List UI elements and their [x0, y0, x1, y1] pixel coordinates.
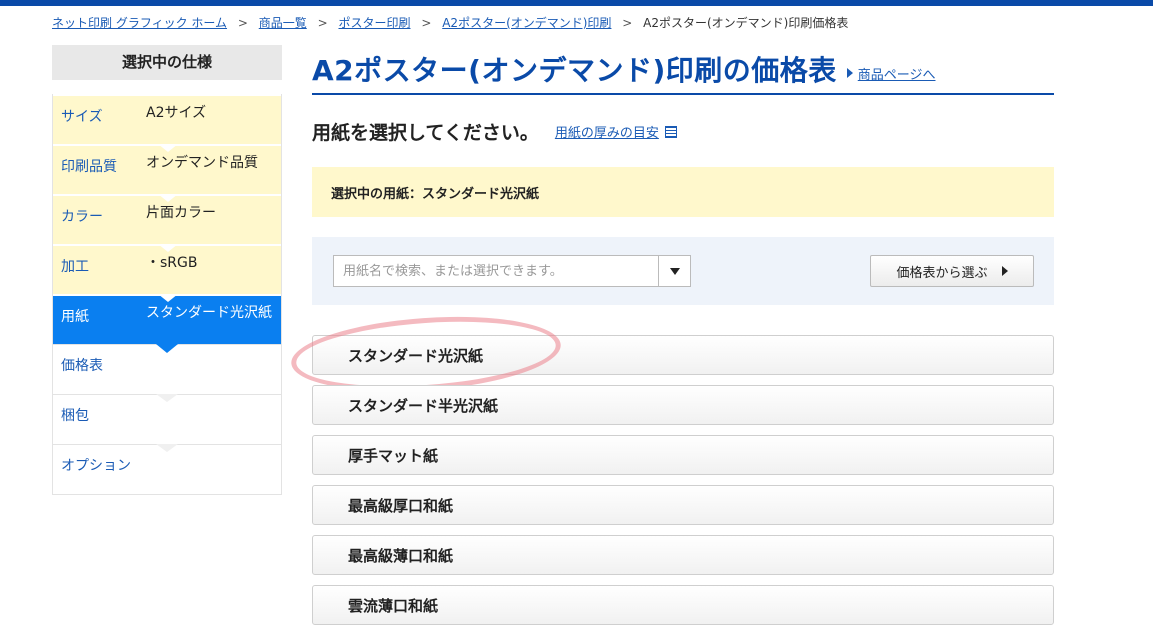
spec-value: ・sRGB — [146, 255, 198, 271]
breadcrumb-separator: > — [622, 16, 633, 30]
spec-item-paper[interactable]: 用紙 スタンダード光沢紙 — [53, 294, 281, 353]
main-content: A2ポスター(オンデマンド)印刷の価格表 商品ページへ 用紙を選択してください。… — [288, 45, 1054, 630]
paper-option-label: スタンダード光沢紙 — [348, 346, 484, 365]
spec-label: サイズ — [61, 109, 103, 125]
spec-sidebar: 選択中の仕様 サイズ A2サイズ 印刷品質 オンデマンド品質 カラー 片面カラー… — [52, 45, 282, 495]
spec-item-packing[interactable]: 梱包 — [53, 394, 281, 444]
spec-value: スタンダード光沢紙 — [146, 305, 272, 321]
sidebar-heading: 選択中の仕様 — [52, 45, 282, 80]
spec-value: オンデマンド品質 — [146, 155, 258, 171]
paper-search-combobox — [333, 255, 691, 287]
paper-option-label: 厚手マット紙 — [348, 446, 439, 465]
breadcrumb: ネット印刷 グラフィック ホーム > 商品一覧 > ポスター印刷 > A2ポスタ… — [52, 14, 848, 31]
spec-item-color[interactable]: カラー 片面カラー — [53, 194, 281, 244]
spec-label: 印刷品質 — [61, 159, 117, 175]
dropdown-button[interactable] — [658, 256, 690, 286]
title-row: A2ポスター(オンデマンド)印刷の価格表 商品ページへ — [312, 45, 1054, 95]
paper-option-premium-thick-washi[interactable]: 最高級厚口和紙 — [312, 485, 1054, 525]
notch-decoration — [158, 194, 178, 202]
paper-option-label: スタンダード半光沢紙 — [348, 396, 499, 415]
paper-thickness-link[interactable]: 用紙の厚みの目安 — [555, 122, 677, 141]
paper-option-standard-semigloss[interactable]: スタンダード半光沢紙 — [312, 385, 1054, 425]
top-bar — [0, 0, 1153, 6]
paper-option-unryu-thin-washi[interactable]: 雲流薄口和紙 — [312, 585, 1054, 625]
paper-option-label: 最高級薄口和紙 — [348, 546, 454, 565]
subtitle-row: 用紙を選択してください。 用紙の厚みの目安 — [312, 118, 1054, 145]
breadcrumb-link-home[interactable]: ネット印刷 グラフィック ホーム — [52, 16, 227, 30]
notch-decoration — [156, 394, 178, 402]
notch-decoration — [156, 444, 178, 452]
spec-item-processing[interactable]: 加工 ・sRGB — [53, 244, 281, 294]
breadcrumb-link-products[interactable]: 商品一覧 — [259, 16, 307, 30]
paper-search-panel: 価格表から選ぶ — [312, 237, 1054, 305]
choose-from-price-table-label: 価格表から選ぶ — [896, 265, 988, 281]
paper-option-thick-matte[interactable]: 厚手マット紙 — [312, 435, 1054, 475]
product-page-link-label: 商品ページへ — [857, 67, 936, 83]
choose-from-price-table-button[interactable]: 価格表から選ぶ — [870, 255, 1034, 287]
breadcrumb-separator: > — [237, 16, 248, 30]
selected-paper-banner: 選択中の用紙：スタンダード光沢紙 — [312, 167, 1054, 217]
spec-label: 用紙 — [61, 309, 89, 325]
active-arrow-decoration — [156, 344, 178, 353]
breadcrumb-link-a2-poster[interactable]: A2ポスター(オンデマンド)印刷 — [442, 16, 611, 30]
spec-value: 片面カラー — [146, 205, 216, 221]
spec-label: 価格表 — [61, 358, 103, 374]
spec-value — [146, 405, 273, 434]
paper-thickness-link-label: 用紙の厚みの目安 — [554, 126, 659, 141]
chevron-down-icon — [669, 267, 680, 275]
paper-option-label: 雲流薄口和紙 — [348, 596, 439, 615]
page-title: A2ポスター(オンデマンド)印刷の価格表 — [312, 54, 837, 87]
spec-item-size[interactable]: サイズ A2サイズ — [53, 94, 281, 144]
breadcrumb-separator: > — [317, 16, 328, 30]
product-page-link[interactable]: 商品ページへ — [846, 64, 936, 83]
paper-option-premium-thin-washi[interactable]: 最高級薄口和紙 — [312, 535, 1054, 575]
spec-label: 加工 — [61, 259, 89, 275]
notch-decoration — [158, 294, 178, 302]
breadcrumb-current: A2ポスター(オンデマンド)印刷価格表 — [643, 16, 849, 30]
breadcrumb-separator: > — [421, 16, 432, 30]
spec-item-print-quality[interactable]: 印刷品質 オンデマンド品質 — [53, 144, 281, 194]
spec-value: A2サイズ — [146, 105, 207, 121]
section-subtitle: 用紙を選択してください。 — [312, 122, 539, 144]
spec-list: サイズ A2サイズ 印刷品質 オンデマンド品質 カラー 片面カラー 加工 ・sR… — [52, 94, 282, 495]
spec-value — [146, 455, 273, 484]
notch-decoration — [158, 144, 178, 152]
spec-label: オプション — [61, 458, 131, 474]
breadcrumb-link-poster[interactable]: ポスター印刷 — [338, 16, 410, 30]
paper-search-input[interactable] — [334, 256, 658, 286]
notch-decoration — [158, 244, 178, 252]
paper-list: スタンダード光沢紙 スタンダード半光沢紙 厚手マット紙 最高級厚口和紙 最高級薄… — [288, 308, 1054, 630]
spec-value — [146, 355, 273, 384]
triangle-right-icon — [1001, 266, 1008, 276]
spec-label: 梱包 — [61, 408, 89, 424]
spec-item-options[interactable]: オプション — [53, 444, 281, 494]
triangle-right-icon — [846, 68, 853, 78]
list-document-icon — [664, 125, 677, 138]
paper-option-label: 最高級厚口和紙 — [348, 496, 454, 515]
paper-option-standard-gloss[interactable]: スタンダード光沢紙 — [288, 308, 1054, 400]
spec-label: カラー — [61, 209, 103, 225]
